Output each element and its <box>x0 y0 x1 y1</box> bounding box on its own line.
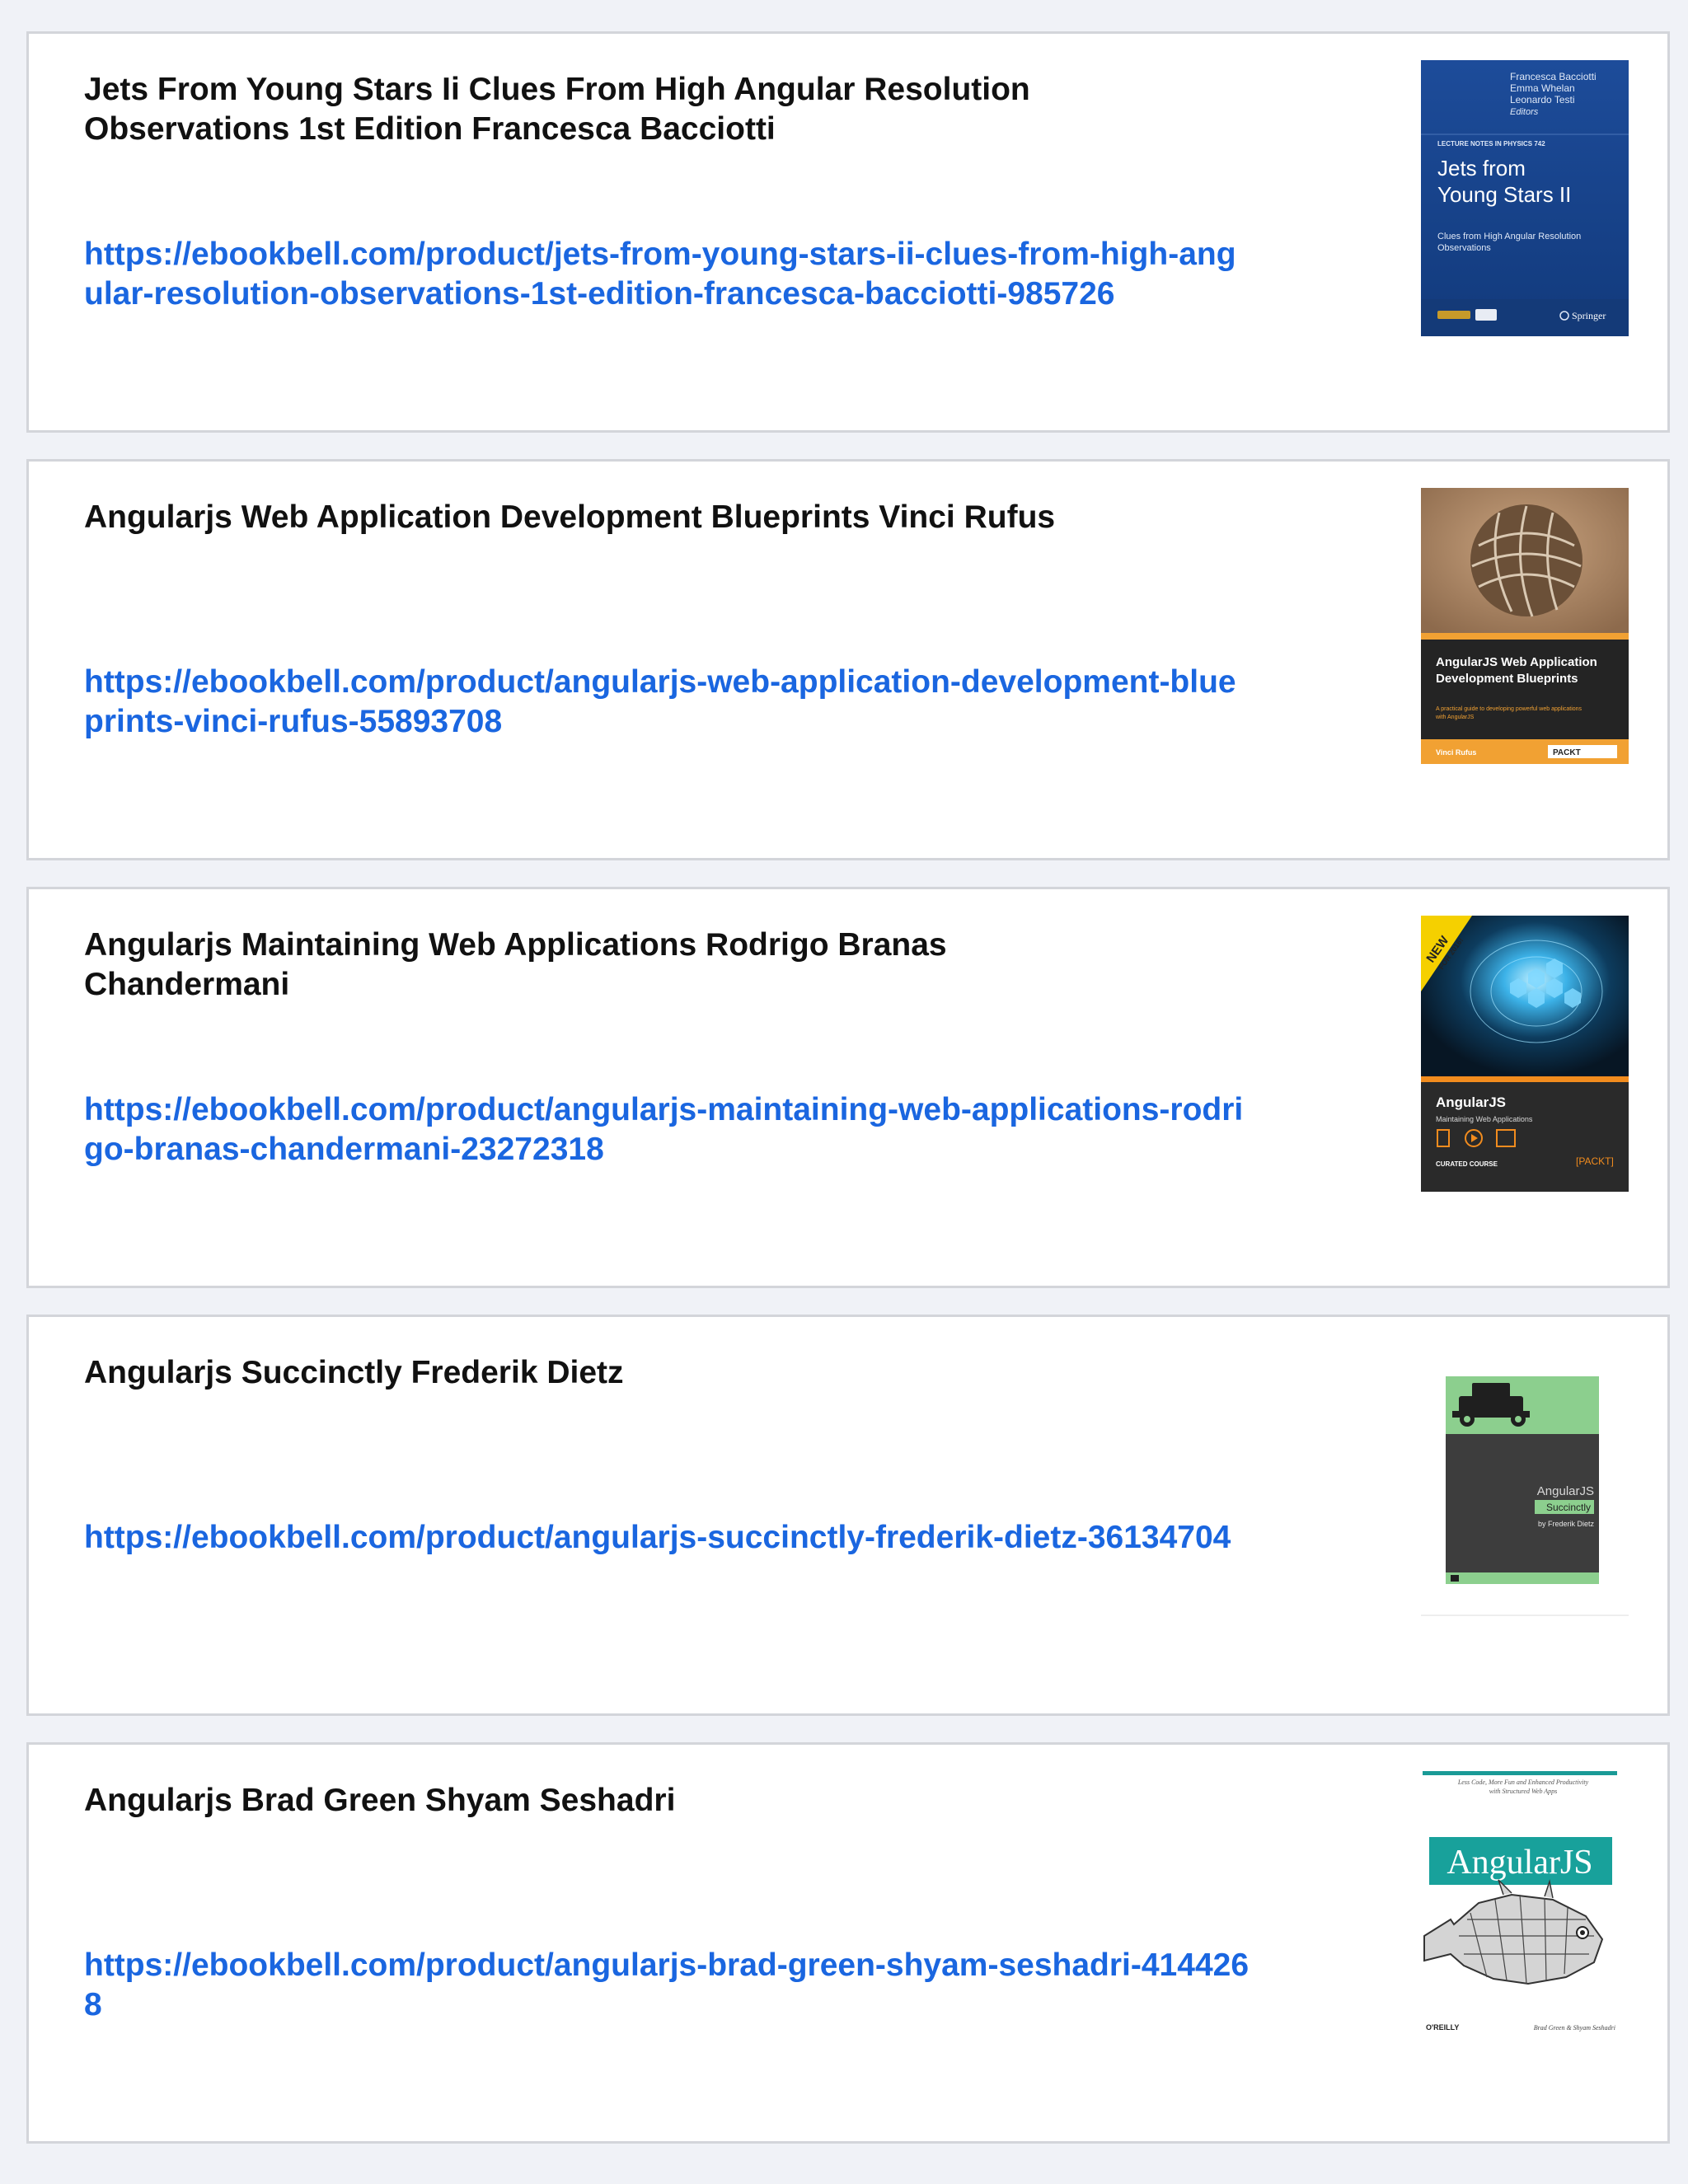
book-title: Jets From Young Stars Ii Clues From High… <box>84 72 1030 147</box>
book-title: Angularjs Brad Green Shyam Seshadri <box>84 1783 676 1818</box>
logo-icon <box>1437 311 1470 319</box>
cover-subtitle: Maintaining Web Applications <box>1436 1115 1533 1123</box>
book-link[interactable]: https://ebookbell.com/product/angularjs-… <box>84 1946 1254 2025</box>
cover-subtitle-line1: Clues from High Angular Resolution <box>1437 232 1581 241</box>
logo-icon <box>1475 309 1497 321</box>
cover-publisher: PACKT <box>1553 748 1581 757</box>
book-link[interactable]: https://ebookbell.com/product/angularjs-… <box>84 1518 1254 1558</box>
cover-tagline-line1: Less Code, More Fun and Enhanced Product… <box>1457 1779 1589 1786</box>
cover-tagline-line2: with Structured Web Apps <box>1489 1788 1558 1795</box>
cover-authors: Brad Green & Shyam Seshadri <box>1534 2024 1615 2032</box>
result-card: Angularjs Succinctly Frederik Dietz http… <box>26 1315 1670 1716</box>
book-cover[interactable]: AngularJS Web Application Development Bl… <box>1421 488 1629 764</box>
cover-label: CURATED COURSE <box>1436 1160 1498 1168</box>
book-cover[interactable]: Less Code, More Fun and Enhanced Product… <box>1421 1771 1629 2047</box>
result-card: Angularjs Maintaining Web Applications R… <box>26 887 1670 1288</box>
cover-title: AngularJS <box>1436 1094 1506 1110</box>
cover-editors-label: Editors <box>1510 107 1539 117</box>
cover-author: Vinci Rufus <box>1436 748 1476 757</box>
cover-title-line1: AngularJS Web Application <box>1436 655 1597 669</box>
cover-publisher: [PACKT] <box>1576 1155 1614 1167</box>
book-title: Angularjs Web Application Development Bl… <box>84 499 1056 535</box>
cover-title: AngularJS <box>1537 1484 1594 1498</box>
cover-author: by Frederik Dietz <box>1538 1520 1595 1528</box>
book-cover[interactable]: Francesca Bacciotti Emma Whelan Leonardo… <box>1421 60 1629 336</box>
cover-editor-1: Francesca Bacciotti <box>1510 71 1597 82</box>
cover-badge: Succinctly <box>1546 1502 1591 1513</box>
results-list: Jets From Young Stars Ii Clues From High… <box>26 31 1670 2170</box>
book-title: Angularjs Maintaining Web Applications R… <box>84 927 947 1002</box>
result-card: Jets From Young Stars Ii Clues From High… <box>26 31 1670 433</box>
cover-title-line2: Development Blueprints <box>1436 672 1578 686</box>
cover-series: LECTURE NOTES IN PHYSICS 742 <box>1437 140 1545 148</box>
cover-publisher: Springer <box>1572 310 1606 321</box>
cover-title-line1: Jets from <box>1437 156 1526 180</box>
cover-title-line2: Young Stars II <box>1437 182 1571 207</box>
result-card: Angularjs Brad Green Shyam Seshadri http… <box>26 1742 1670 2144</box>
book-link[interactable]: https://ebookbell.com/product/angularjs-… <box>84 1090 1254 1169</box>
logo-icon <box>1451 1575 1459 1582</box>
cover-title: AngularJS <box>1447 1844 1592 1882</box>
book-cover[interactable]: AngularJS Succinctly by Frederik Dietz <box>1421 1343 1629 1619</box>
book-cover[interactable]: NEW FOR 2016! AngularJS Maintaining Web … <box>1421 916 1629 1192</box>
cover-publisher: O'REILLY <box>1426 2023 1459 2032</box>
cover-tagline-line1: A practical guide to developing powerful… <box>1436 706 1582 712</box>
cover-editor-3: Leonardo Testi <box>1510 94 1575 105</box>
result-card: Angularjs Web Application Development Bl… <box>26 459 1670 860</box>
book-link[interactable]: https://ebookbell.com/product/angularjs-… <box>84 663 1254 742</box>
cover-editor-2: Emma Whelan <box>1510 82 1575 94</box>
cover-subtitle-line2: Observations <box>1437 243 1491 253</box>
book-title: Angularjs Succinctly Frederik Dietz <box>84 1355 624 1390</box>
book-link[interactable]: https://ebookbell.com/product/jets-from-… <box>84 235 1254 314</box>
cover-tagline-line2: with AngularJS <box>1435 715 1475 720</box>
